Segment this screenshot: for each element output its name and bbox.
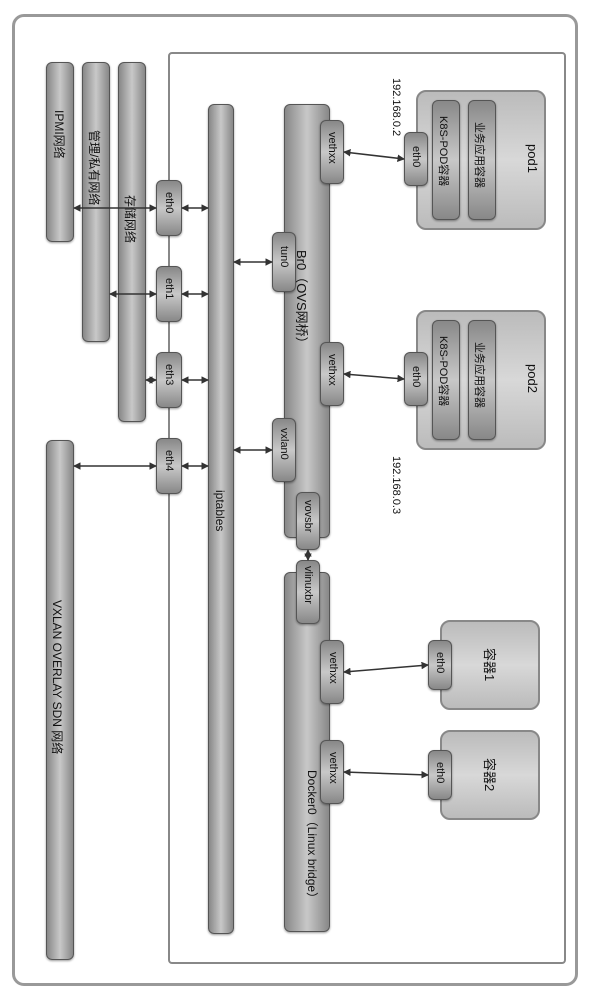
container1-title: 容器1 bbox=[481, 648, 500, 681]
br0-veth-pod1-label: vethxx bbox=[326, 132, 338, 164]
pod1-biz-label: 业务应用容器 bbox=[472, 122, 488, 188]
container2-title: 容器2 bbox=[481, 758, 500, 791]
pod2-title: pod2 bbox=[525, 364, 540, 393]
pod2-ip: 192.168.0.3 bbox=[390, 456, 402, 514]
pod1-eth0-label: eth0 bbox=[410, 146, 422, 167]
net-ipmi-label: IPMI网络 bbox=[51, 110, 68, 159]
br0-vovsbr-label: vovsbr bbox=[302, 500, 314, 532]
docker0-label: Docker0（Linux bridge） bbox=[304, 770, 321, 904]
pod1-ip: 192.168.0.2 bbox=[390, 78, 402, 136]
br0-veth-pod2-label: vethxx bbox=[326, 354, 338, 386]
net-vxlan-label: VXLAN OVERLAY SDN 网络 bbox=[49, 600, 66, 754]
nic-eth4-label: eth4 bbox=[163, 450, 175, 471]
pod2-biz-label: 业务应用容器 bbox=[472, 342, 488, 408]
docker0-veth-c2-label: vethxx bbox=[327, 752, 339, 784]
docker0-veth-c1-label: vethxx bbox=[327, 652, 339, 684]
iptables-label: iptables bbox=[213, 490, 227, 531]
net-storage-label: 存储网络 bbox=[122, 195, 139, 243]
container2-eth0-label: eth0 bbox=[434, 762, 446, 783]
docker0-vlinuxbr-label: vlinuxbr bbox=[302, 566, 314, 604]
pod1-title: pod1 bbox=[525, 144, 540, 173]
nic-eth1-label: eth1 bbox=[163, 278, 175, 299]
br0-tun0-label: tun0 bbox=[278, 246, 290, 267]
container1-eth0-label: eth0 bbox=[434, 652, 446, 673]
pod2-eth0-label: eth0 bbox=[410, 366, 422, 387]
pod1-k8s-label: K8S-POD容器 bbox=[436, 116, 452, 186]
br0-vxlan0-label: vxlan0 bbox=[278, 428, 290, 460]
net-mgmt-label: 管理/私有网络 bbox=[86, 130, 103, 205]
nic-eth0-label: eth0 bbox=[163, 192, 175, 213]
nic-eth3-label: eth3 bbox=[163, 364, 175, 385]
pod2-k8s-label: K8S-POD容器 bbox=[436, 336, 452, 406]
